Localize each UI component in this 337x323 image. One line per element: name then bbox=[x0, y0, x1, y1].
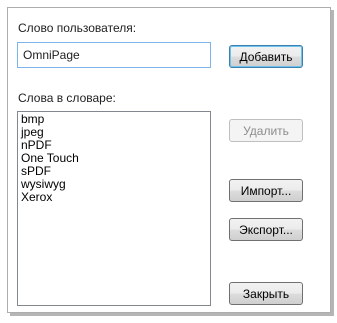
custom-dictionary-panel: Слово пользователя: Добавить Слова в сло… bbox=[7, 7, 331, 313]
import-button[interactable]: Импорт... bbox=[229, 179, 303, 202]
dictionary-word-list[interactable]: bmp jpeg nPDF One Touch sPDF wysiwyg Xer… bbox=[17, 111, 211, 306]
user-word-input[interactable] bbox=[17, 42, 211, 68]
list-item[interactable]: bmp bbox=[21, 113, 207, 126]
delete-button[interactable]: Удалить bbox=[229, 119, 303, 142]
list-item[interactable]: Xerox bbox=[21, 191, 207, 204]
dictionary-words-label: Слова в словаре: bbox=[18, 91, 116, 105]
user-word-label: Слово пользователя: bbox=[18, 21, 137, 35]
export-button[interactable]: Экспорт... bbox=[229, 218, 303, 241]
close-button[interactable]: Закрыть bbox=[229, 282, 303, 305]
add-button[interactable]: Добавить bbox=[229, 45, 303, 68]
